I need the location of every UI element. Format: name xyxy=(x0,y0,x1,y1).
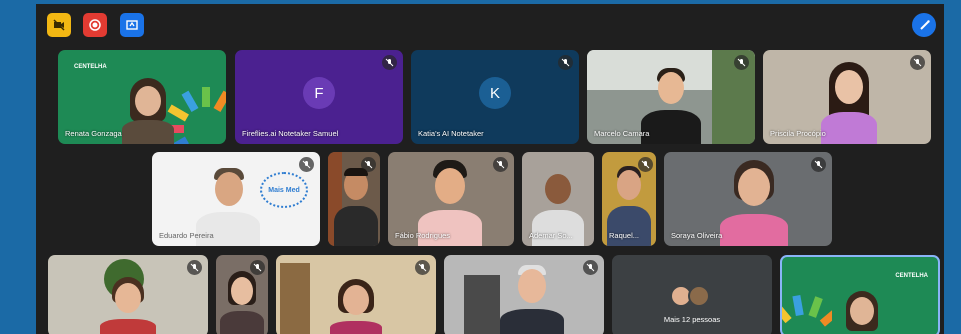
participant-tile[interactable]: CENTELHA Renata Gonzaga xyxy=(58,50,226,144)
participant-name: Fireflies.ai Notetaker Samuel xyxy=(242,129,339,138)
record-icon xyxy=(89,19,101,31)
participant-tile[interactable] xyxy=(328,152,380,246)
participant-video xyxy=(838,291,886,334)
participant-name: Marcelo Camara xyxy=(594,129,650,138)
participant-tile[interactable]: Priscila Procópio xyxy=(763,50,931,144)
sunburst-graphic xyxy=(782,294,832,327)
participant-name: Katia's AI Notetaker xyxy=(418,129,484,138)
avatar: F xyxy=(303,77,335,110)
participant-tile[interactable] xyxy=(276,255,436,334)
participant-tile[interactable]: K Katia's AI Notetaker xyxy=(411,50,579,144)
participant-video xyxy=(220,271,264,334)
mic-muted-icon xyxy=(910,55,925,70)
participant-tile[interactable]: Marcelo Camara xyxy=(587,50,755,144)
participant-tile[interactable]: Mais Med Eduardo Pereira xyxy=(152,152,320,246)
participant-video xyxy=(718,160,790,246)
overflow-tile[interactable]: Mais 12 pessoas xyxy=(612,255,772,334)
meeting-window: CENTELHA Renata Gonzaga F Fireflies.ai N… xyxy=(36,4,944,334)
participant-video xyxy=(118,78,178,144)
edit-button[interactable] xyxy=(912,13,936,37)
participant-tile[interactable] xyxy=(444,255,604,334)
mic-muted-icon xyxy=(493,157,508,172)
participant-tile[interactable]: F Fireflies.ai Notetaker Samuel xyxy=(235,50,403,144)
participant-name: Fábio Rodrigues xyxy=(395,231,451,240)
participant-tile[interactable]: CENTELHA xyxy=(780,255,940,334)
overflow-count: Mais 12 pessoas xyxy=(663,315,721,324)
video-off-icon xyxy=(53,19,65,31)
participant-name: Ademar So... xyxy=(529,231,573,240)
participant-name: Renata Gonzaga xyxy=(65,129,122,138)
mic-muted-icon xyxy=(187,260,202,275)
centelha-logo: CENTELHA xyxy=(895,273,928,279)
participant-name: Soraya Oliveira xyxy=(671,231,723,240)
video-off-button[interactable] xyxy=(47,13,71,37)
record-button[interactable] xyxy=(83,13,107,37)
mais-med-logo: Mais Med xyxy=(260,172,308,208)
participant-tile[interactable]: Soraya Oliveira xyxy=(664,152,832,246)
mic-muted-icon xyxy=(382,55,397,70)
participant-tile[interactable]: Ademar So... xyxy=(522,152,594,246)
participant-name: Priscila Procópio xyxy=(770,129,826,138)
mic-muted-icon xyxy=(811,157,826,172)
participant-video xyxy=(500,265,564,334)
bookshelf-background xyxy=(280,263,310,334)
participant-video xyxy=(326,279,386,334)
avatar xyxy=(688,285,710,307)
participant-tile[interactable]: Fábio Rodrigues xyxy=(388,152,514,246)
mic-muted-icon xyxy=(558,55,573,70)
participant-tile[interactable] xyxy=(48,255,208,334)
participant-video xyxy=(817,62,881,144)
mic-muted-icon xyxy=(734,55,749,70)
share-screen-button[interactable] xyxy=(120,13,144,37)
mic-muted-icon xyxy=(415,260,430,275)
participant-tile[interactable]: Raquel... xyxy=(602,152,656,246)
share-screen-icon xyxy=(126,20,138,30)
participant-video xyxy=(98,277,158,334)
participant-name: Eduardo Pereira xyxy=(159,231,214,240)
edit-pen-icon xyxy=(919,19,930,30)
participant-name: Raquel... xyxy=(609,231,640,240)
centelha-logo: CENTELHA xyxy=(74,64,107,70)
avatar: K xyxy=(479,77,511,110)
window-background xyxy=(464,275,500,334)
participant-video xyxy=(334,166,378,246)
mic-muted-icon xyxy=(583,260,598,275)
participant-tile[interactable] xyxy=(216,255,268,334)
mic-muted-icon xyxy=(299,157,314,172)
